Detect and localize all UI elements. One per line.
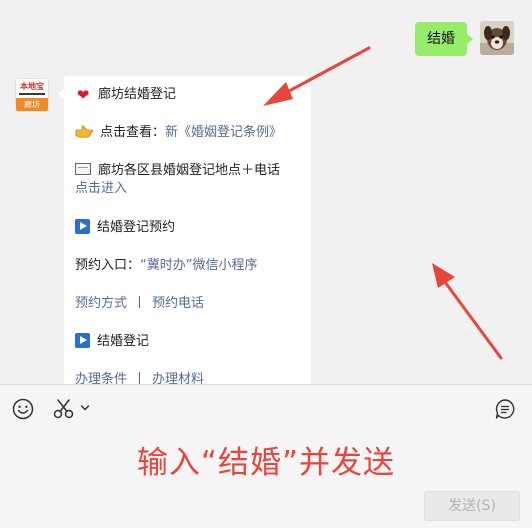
locations-link[interactable]: 点击进入 <box>75 181 127 196</box>
message-list[interactable]: 结婚 本地宝 廊坊 ❤ 廊坊结婚登记 点击查看：新《婚姻登记条例》 廊坊各区县婚… <box>0 0 532 384</box>
materials-link[interactable]: 办理材料 <box>152 372 204 384</box>
sent-message-text: 结婚 <box>427 31 455 47</box>
chat-window: 结婚 本地宝 廊坊 ❤ 廊坊结婚登记 点击查看：新《婚姻登记条例》 廊坊各区县婚… <box>0 0 532 528</box>
user-avatar[interactable] <box>480 21 514 55</box>
entry-prefix: 预约入口： <box>75 258 141 273</box>
reply-title-line: ❤ 廊坊结婚登记 <box>75 86 176 104</box>
appointment-phone-link[interactable]: 预约电话 <box>152 296 204 311</box>
pointing-hand-icon <box>75 124 94 138</box>
envelope-icon <box>75 163 91 175</box>
smiley-icon[interactable] <box>12 398 34 420</box>
scissors-icon[interactable] <box>52 398 76 420</box>
locations-line: 廊坊各区县婚姻登记地点＋电话 <box>75 162 280 180</box>
dog-photo-icon <box>480 21 514 55</box>
link-separator: 丨 <box>133 372 147 384</box>
locations-label: 廊坊各区县婚姻登记地点＋电话 <box>98 163 281 178</box>
appointment-title: 结婚登记预约 <box>97 220 176 235</box>
reply-title: 廊坊结婚登记 <box>98 87 177 102</box>
appointment-links-line: 预约方式丨预约电话 <box>75 295 204 313</box>
sent-message-bubble[interactable]: 结婚 <box>415 22 473 56</box>
annotation-arrow-lower <box>432 263 503 360</box>
heart-icon: ❤ <box>76 86 90 104</box>
registration-links-line: 办理条件丨办理材料 <box>75 371 204 384</box>
play-icon <box>75 333 90 348</box>
regulation-link[interactable]: 新《婚姻登记条例》 <box>165 125 282 140</box>
conditions-link[interactable]: 办理条件 <box>75 372 127 384</box>
chat-history-icon[interactable] <box>494 398 516 420</box>
mini-program-link[interactable]: “冀时办”微信小程序 <box>140 258 257 273</box>
appointment-entry-line: 预约入口：“冀时办”微信小程序 <box>75 257 258 275</box>
message-input-panel: 输入“结婚”并发送 发送(S) <box>0 384 532 528</box>
city-label: 廊坊 <box>16 98 48 111</box>
send-button[interactable]: 发送(S) <box>424 491 520 521</box>
brand-logo-text: 本地宝 <box>20 82 44 91</box>
official-account-avatar[interactable]: 本地宝 廊坊 <box>15 78 49 112</box>
appointment-title-line: 结婚登记预约 <box>75 219 175 237</box>
view-prefix: 点击查看： <box>100 125 166 140</box>
play-icon <box>75 219 90 234</box>
view-regulation-line: 点击查看：新《婚姻登记条例》 <box>75 124 282 142</box>
message-input[interactable]: 输入“结婚”并发送 <box>0 443 532 483</box>
locations-link-line: 点击进入 <box>75 180 127 198</box>
registration-title: 结婚登记 <box>97 334 150 349</box>
registration-title-line: 结婚登记 <box>75 333 149 351</box>
logo-divider <box>19 93 45 95</box>
reply-message-bubble: ❤ 廊坊结婚登记 点击查看：新《婚姻登记条例》 廊坊各区县婚姻登记地点＋电话 点击… <box>58 76 311 384</box>
chevron-down-icon[interactable] <box>80 404 90 412</box>
appointment-method-link[interactable]: 预约方式 <box>75 296 127 311</box>
link-separator: 丨 <box>133 296 147 311</box>
